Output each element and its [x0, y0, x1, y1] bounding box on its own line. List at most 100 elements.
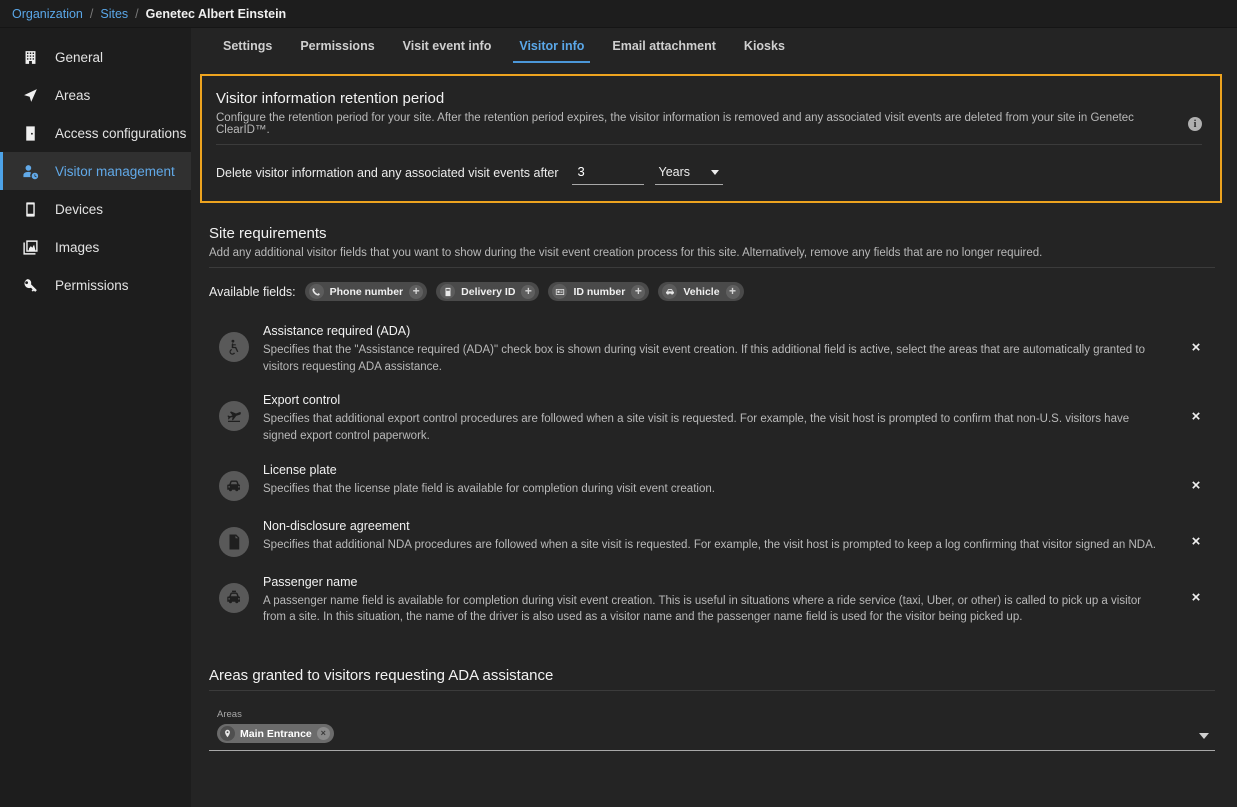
area-chip-main-entrance[interactable]: Main Entrance × — [217, 724, 334, 743]
car-icon — [662, 284, 677, 299]
phone-icon — [21, 200, 39, 218]
sidebar-item-images[interactable]: Images — [0, 228, 191, 266]
add-field-button[interactable]: + — [409, 285, 423, 299]
available-fields-row: Available fields: Phone number + Deliver… — [209, 282, 1215, 301]
requirement-body: License plate Specifies that the license… — [263, 463, 1171, 498]
add-field-button[interactable]: + — [726, 285, 740, 299]
areas-granted-section: Areas granted to visitors requesting ADA… — [209, 667, 1215, 751]
requirement-body: Assistance required (ADA) Specifies that… — [263, 324, 1171, 375]
requirement-list: Assistance required (ADA) Specifies that… — [209, 315, 1215, 635]
signed-document-icon — [219, 527, 249, 557]
add-field-button[interactable]: + — [631, 285, 645, 299]
tab-visitor-info[interactable]: Visitor info — [505, 28, 598, 65]
requirement-title: License plate — [263, 463, 1161, 477]
breadcrumb-separator: / — [135, 7, 138, 21]
remove-requirement-button[interactable]: × — [1185, 587, 1207, 609]
sidebar-item-areas[interactable]: Areas — [0, 76, 191, 114]
chip-label: ID number — [573, 286, 625, 298]
retention-description-row: Configure the retention period for your … — [216, 112, 1202, 145]
chevron-down-icon — [711, 170, 719, 175]
requirement-description: Specifies that the license plate field i… — [263, 481, 1161, 498]
map-pin-icon — [220, 726, 235, 741]
taxi-icon — [219, 583, 249, 613]
sidebar-item-label: Access configurations — [55, 126, 186, 141]
remove-requirement-button[interactable]: × — [1185, 475, 1207, 497]
info-icon[interactable]: i — [1188, 117, 1202, 131]
requirement-description: A passenger name field is available for … — [263, 593, 1161, 626]
requirement-body: Export control Specifies that additional… — [263, 393, 1171, 444]
phone-handset-icon — [309, 284, 324, 299]
chevron-down-icon[interactable] — [1199, 733, 1209, 739]
requirement-row-non-disclosure-agreement: Non-disclosure agreement Specifies that … — [209, 510, 1215, 566]
sidebar-item-access-configurations[interactable]: Access configurations — [0, 114, 191, 152]
requirement-row-license-plate: License plate Specifies that the license… — [209, 454, 1215, 510]
areas-multiselect-field[interactable]: Areas Main Entrance × — [209, 705, 1215, 751]
door-icon — [21, 124, 39, 142]
sidebar-item-visitor-management[interactable]: Visitor management — [0, 152, 191, 190]
available-field-chip-id-number[interactable]: ID number + — [548, 282, 649, 301]
requirement-row-assistance-required-ada: Assistance required (ADA) Specifies that… — [209, 315, 1215, 384]
sidebar-item-label: Images — [55, 240, 99, 255]
wheelchair-icon — [219, 332, 249, 362]
sidebar-item-general[interactable]: General — [0, 38, 191, 76]
requirement-body: Non-disclosure agreement Specifies that … — [263, 519, 1171, 554]
site-requirements-section: Site requirements Add any additional vis… — [209, 225, 1215, 635]
available-field-chip-delivery-id[interactable]: Delivery ID + — [436, 282, 539, 301]
package-icon — [440, 284, 455, 299]
requirement-body: Passenger name A passenger name field is… — [263, 575, 1171, 626]
remove-requirement-button[interactable]: × — [1185, 531, 1207, 553]
available-field-chip-vehicle[interactable]: Vehicle + — [658, 282, 743, 301]
sidebar-item-devices[interactable]: Devices — [0, 190, 191, 228]
remove-requirement-button[interactable]: × — [1185, 405, 1207, 427]
retention-value-input[interactable] — [572, 161, 644, 185]
airplane-icon — [219, 401, 249, 431]
breadcrumb: Organization / Sites / Genetec Albert Ei… — [0, 0, 1237, 28]
visitor-clock-icon — [21, 162, 39, 180]
breadcrumb-item-current: Genetec Albert Einstein — [146, 7, 287, 21]
building-icon — [21, 48, 39, 66]
chip-label: Phone number — [330, 286, 404, 298]
breadcrumb-item-sites[interactable]: Sites — [100, 7, 128, 21]
chip-label: Delivery ID — [461, 286, 515, 298]
sidebar-item-label: Visitor management — [55, 164, 175, 179]
sidebar-item-permissions[interactable]: Permissions — [0, 266, 191, 304]
sidebar: General Areas Access configurations Visi… — [0, 28, 191, 807]
visitor-info-panel: Visitor information retention period Con… — [191, 74, 1237, 751]
retention-unit-select[interactable]: Years — [655, 162, 723, 185]
car-front-icon — [219, 471, 249, 501]
tab-settings[interactable]: Settings — [209, 28, 286, 65]
app-shell: General Areas Access configurations Visi… — [0, 28, 1237, 807]
requirement-description: Specifies that the "Assistance required … — [263, 342, 1161, 375]
id-card-icon — [552, 284, 567, 299]
main-content: Settings Permissions Visit event info Vi… — [191, 28, 1237, 807]
tab-kiosks[interactable]: Kiosks — [730, 28, 799, 65]
areas-granted-title: Areas granted to visitors requesting ADA… — [209, 667, 1215, 684]
areas-field-content: Areas Main Entrance × — [217, 709, 334, 743]
retention-period-panel: Visitor information retention period Con… — [200, 74, 1222, 203]
section-divider — [209, 690, 1215, 691]
breadcrumb-separator: / — [90, 7, 93, 21]
retention-title: Visitor information retention period — [216, 90, 1202, 107]
remove-requirement-button[interactable]: × — [1185, 336, 1207, 358]
areas-field-caption: Areas — [217, 709, 334, 720]
key-icon — [21, 276, 39, 294]
site-requirements-title: Site requirements — [209, 225, 1215, 242]
sidebar-item-label: Areas — [55, 88, 90, 103]
requirement-row-export-control: Export control Specifies that additional… — [209, 384, 1215, 453]
requirement-row-passenger-name: Passenger name A passenger name field is… — [209, 566, 1215, 635]
tab-visit-event-info[interactable]: Visit event info — [389, 28, 506, 65]
breadcrumb-item-organization[interactable]: Organization — [12, 7, 83, 21]
retention-control-row: Delete visitor information and any assoc… — [216, 161, 1202, 185]
sidebar-item-label: Devices — [55, 202, 103, 217]
sidebar-item-label: Permissions — [55, 278, 129, 293]
add-field-button[interactable]: + — [521, 285, 535, 299]
tab-email-attachment[interactable]: Email attachment — [598, 28, 730, 65]
sidebar-item-label: General — [55, 50, 103, 65]
retention-row-label: Delete visitor information and any assoc… — [216, 166, 559, 185]
requirement-description: Specifies that additional export control… — [263, 411, 1161, 444]
remove-area-button[interactable]: × — [317, 727, 330, 740]
retention-unit-label: Years — [659, 165, 691, 179]
tab-permissions[interactable]: Permissions — [286, 28, 388, 65]
available-field-chip-phone-number[interactable]: Phone number + — [305, 282, 428, 301]
available-fields-label: Available fields: — [209, 285, 296, 299]
